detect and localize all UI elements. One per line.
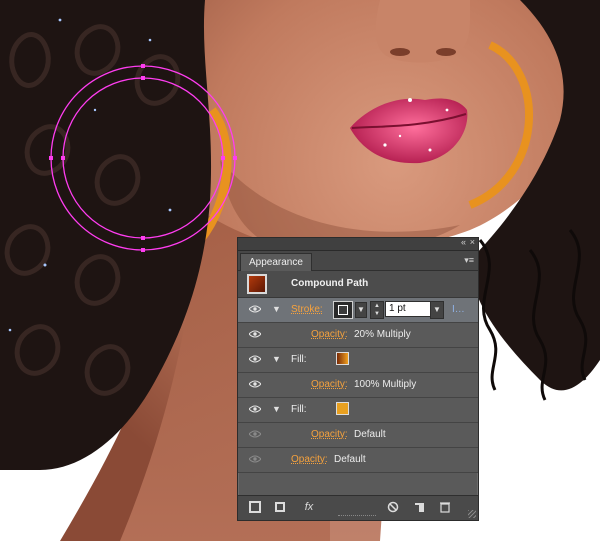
panel-menu-icon[interactable]: ▾≡ xyxy=(464,255,474,266)
fill-1-opacity-row[interactable]: Opacity: 100% Multiply xyxy=(238,373,478,398)
opacity-label[interactable]: Opacity: xyxy=(291,454,328,465)
fill-row-1[interactable]: ▼ Fill: xyxy=(238,348,478,373)
collapse-panel-icon[interactable]: « xyxy=(461,237,466,247)
expand-toggle-icon[interactable]: ▼ xyxy=(272,354,281,364)
stroke-weight-dropdown-icon[interactable]: ▼ xyxy=(430,301,444,319)
panel-footer: fx xyxy=(238,495,478,520)
expand-toggle-icon[interactable]: ▼ xyxy=(272,304,281,314)
fill-label: Fill: xyxy=(291,404,307,415)
opacity-value: Default xyxy=(354,429,386,440)
object-header: Compound Path xyxy=(238,271,478,298)
new-stroke-icon[interactable] xyxy=(248,501,262,514)
new-fill-icon[interactable] xyxy=(273,501,287,514)
nostril-right xyxy=(436,48,456,56)
object-title: Compound Path xyxy=(291,278,369,289)
opacity-value: 20% Multiply xyxy=(354,329,411,340)
fill-gradient-swatch[interactable] xyxy=(336,352,349,365)
opacity-label[interactable]: Opacity: xyxy=(311,329,348,340)
stroke-opacity-row[interactable]: Opacity: 20% Multiply xyxy=(238,323,478,348)
visibility-eye-icon[interactable] xyxy=(249,330,261,338)
fill-label: Fill: xyxy=(291,354,307,365)
panel-grip[interactable] xyxy=(338,515,376,519)
fill-2-opacity-row[interactable]: Opacity: Default xyxy=(238,423,478,448)
opacity-label[interactable]: Opacity: xyxy=(311,429,348,440)
stroke-weight-input[interactable]: 1 pt xyxy=(385,301,432,317)
tab-appearance[interactable]: Appearance xyxy=(240,253,312,271)
visibility-eye-icon[interactable] xyxy=(249,455,261,463)
panel-tabbar: Appearance ▾≡ xyxy=(238,251,478,271)
object-thumbnail xyxy=(247,274,267,294)
appearance-panel: « × Appearance ▾≡ Compound Path ▼ Stroke… xyxy=(237,237,479,521)
stroke-row[interactable]: ▼ Stroke: ▼ ▲ ▼ 1 pt ▼ I… xyxy=(238,298,478,323)
visibility-eye-icon[interactable] xyxy=(249,405,261,413)
panel-titlebar[interactable]: « × xyxy=(238,237,478,251)
fill-color-swatch[interactable] xyxy=(336,402,349,415)
nostril-left xyxy=(390,48,410,56)
visibility-eye-icon[interactable] xyxy=(249,305,261,313)
nose-shape xyxy=(375,0,471,63)
visibility-eye-icon[interactable] xyxy=(249,430,261,438)
resize-handle-icon[interactable] xyxy=(468,510,476,518)
object-opacity-row[interactable]: Opacity: Default xyxy=(238,448,478,473)
expand-toggle-icon[interactable]: ▼ xyxy=(272,404,281,414)
stroke-color-dropdown-icon[interactable]: ▼ xyxy=(355,302,367,318)
stroke-color-swatch[interactable] xyxy=(333,301,353,319)
opacity-value: 100% Multiply xyxy=(354,379,417,390)
duplicate-item-icon[interactable] xyxy=(412,501,426,514)
clear-appearance-icon[interactable] xyxy=(386,501,400,514)
fill-row-2[interactable]: ▼ Fill: xyxy=(238,398,478,423)
stroke-label[interactable]: Stroke: xyxy=(291,304,323,315)
visibility-eye-icon[interactable] xyxy=(249,355,261,363)
visibility-eye-icon[interactable] xyxy=(249,380,261,388)
opacity-label[interactable]: Opacity: xyxy=(311,379,348,390)
delete-item-icon[interactable] xyxy=(438,501,452,514)
opacity-value: Default xyxy=(334,454,366,465)
add-effect-icon[interactable]: fx xyxy=(298,501,320,514)
stroke-weight-stepper[interactable]: ▲ ▼ xyxy=(370,301,384,319)
stroke-more-options[interactable]: I… xyxy=(452,304,465,315)
close-panel-icon[interactable]: × xyxy=(470,237,475,247)
